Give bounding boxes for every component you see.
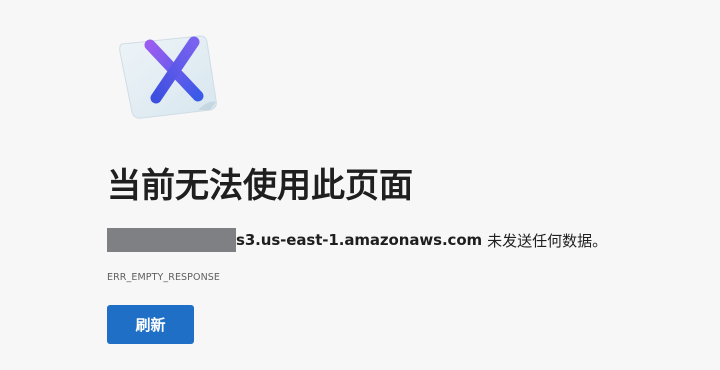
host-name: s3.us-east-1.amazonaws.com — [236, 231, 483, 249]
error-description: s3.us-east-1.amazonaws.com 未发送任何数据。 — [107, 228, 607, 252]
page-title: 当前无法使用此页面 — [107, 166, 413, 206]
reload-button[interactable]: 刷新 — [107, 305, 194, 344]
redacted-subdomain — [107, 228, 236, 252]
error-message-tail: 未发送任何数据。 — [487, 231, 608, 250]
broken-page-x-icon — [119, 35, 217, 119]
error-code: ERR_EMPTY_RESPONSE — [107, 272, 221, 283]
error-illustration — [112, 30, 232, 120]
